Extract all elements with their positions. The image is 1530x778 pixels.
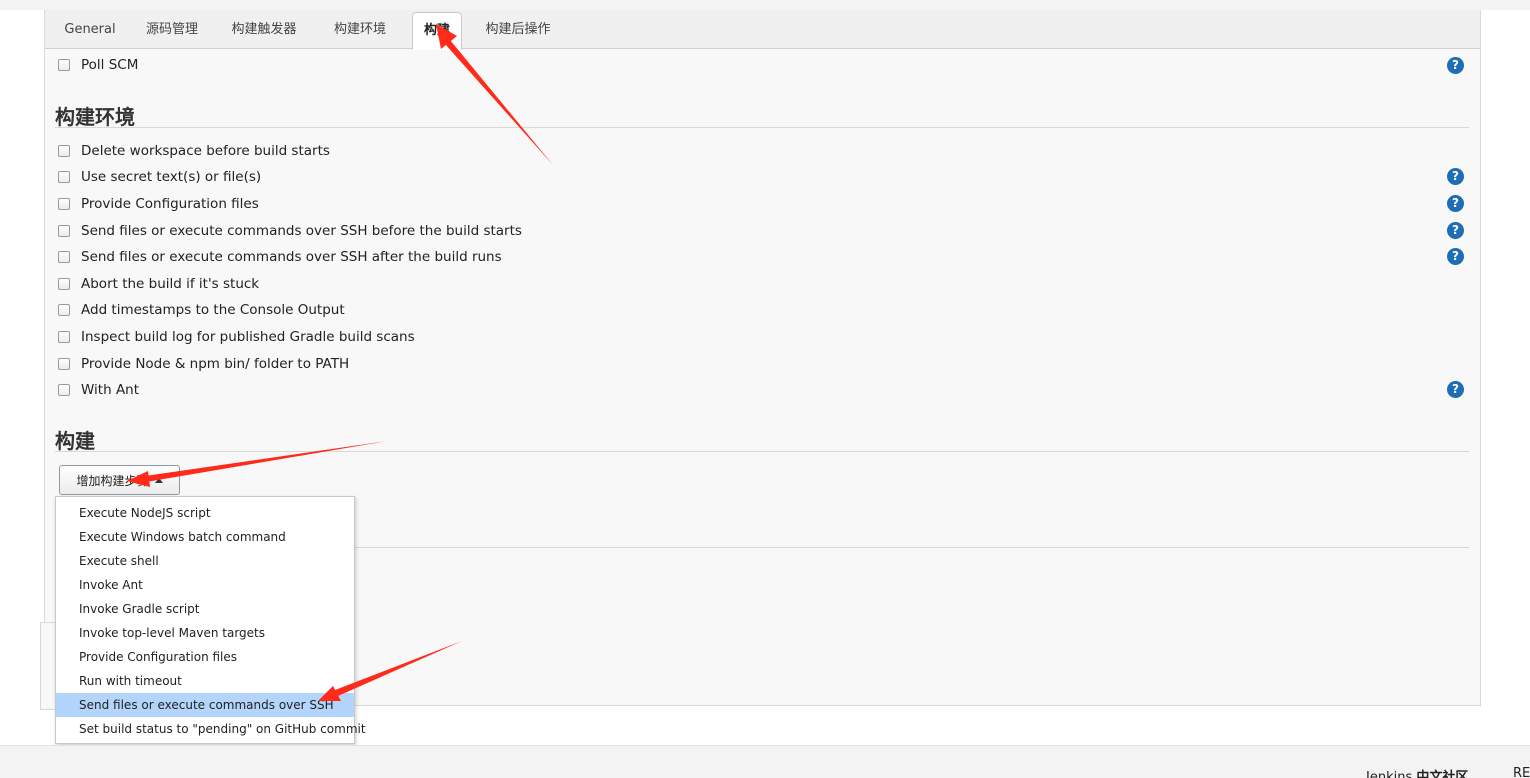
checkbox[interactable] — [58, 225, 70, 237]
tab-build-environment[interactable]: 构建环境 — [325, 10, 395, 49]
option-secret-text[interactable]: Use secret text(s) or file(s) — [58, 166, 261, 188]
add-build-step-button[interactable]: 增加构建步骤 — [59, 465, 180, 495]
option-label: With Ant — [81, 382, 140, 398]
help-icon[interactable]: ? — [1447, 168, 1464, 185]
checkbox[interactable] — [58, 198, 70, 210]
option-ssh-before-build[interactable]: Send files or execute commands over SSH … — [58, 220, 522, 242]
menu-item-invoke-gradle[interactable]: Invoke Gradle script — [56, 597, 354, 621]
menu-item-execute-shell[interactable]: Execute shell — [56, 549, 354, 573]
menu-item-github-pending-status[interactable]: Set build status to "pending" on GitHub … — [56, 717, 366, 741]
checkbox[interactable] — [58, 171, 70, 183]
option-label: Add timestamps to the Console Output — [81, 302, 345, 318]
build-step-menu: Execute NodeJS script Execute Windows ba… — [55, 496, 366, 744]
partial-panel-edge — [40, 622, 56, 710]
option-label: Provide Node & npm bin/ folder to PATH — [81, 356, 350, 372]
option-label: Use secret text(s) or file(s) — [81, 169, 262, 185]
menu-item-provide-config-files[interactable]: Provide Configuration files — [56, 645, 354, 669]
add-build-step-label: 增加构建步骤 — [76, 473, 149, 488]
option-poll-scm[interactable]: Poll SCM — [58, 54, 138, 76]
checkbox[interactable] — [58, 304, 70, 316]
checkbox[interactable] — [58, 384, 70, 396]
checkbox[interactable] — [58, 251, 70, 263]
footer-edge-text: RE — [1513, 766, 1530, 778]
section-title-build: 构建 — [55, 429, 95, 453]
option-ssh-after-build[interactable]: Send files or execute commands over SSH … — [58, 246, 502, 268]
section-divider — [355, 547, 1469, 548]
help-icon[interactable]: ? — [1447, 195, 1464, 212]
checkbox[interactable] — [58, 278, 70, 290]
option-gradle-build-scans[interactable]: Inspect build log for published Gradle b… — [58, 326, 415, 348]
help-icon[interactable]: ? — [1447, 381, 1464, 398]
help-icon[interactable]: ? — [1447, 248, 1464, 265]
caret-up-icon — [154, 477, 163, 483]
tab-build[interactable]: 构建 — [412, 12, 462, 50]
top-strip — [0, 0, 1530, 10]
menu-item-send-files-over-ssh[interactable]: Send files or execute commands over SSH — [56, 693, 354, 717]
option-label: Delete workspace before build starts — [81, 143, 330, 159]
menu-item-run-with-timeout[interactable]: Run with timeout — [56, 669, 354, 693]
footer-community-link[interactable]: Jenkins 中文社区 — [1366, 766, 1468, 778]
option-node-npm-path[interactable]: Provide Node & npm bin/ folder to PATH — [58, 353, 349, 375]
section-divider — [55, 451, 1469, 452]
option-label: Inspect build log for published Gradle b… — [81, 329, 415, 345]
tab-source-code-management[interactable]: 源码管理 — [137, 10, 207, 49]
option-label: Poll SCM — [81, 57, 139, 73]
footer-community: 中文社区 — [1416, 770, 1469, 778]
menu-item-invoke-ant[interactable]: Invoke Ant — [56, 573, 354, 597]
menu-item-invoke-maven[interactable]: Invoke top-level Maven targets — [56, 621, 354, 645]
option-abort-if-stuck[interactable]: Abort the build if it's stuck — [58, 273, 259, 295]
config-tabs: General 源码管理 构建触发器 构建环境 构建 构建后操作 — [45, 10, 1480, 50]
footer-brand: Jenkins — [1366, 770, 1413, 778]
option-with-ant[interactable]: With Ant — [58, 379, 139, 401]
checkbox[interactable] — [58, 145, 70, 157]
checkbox[interactable] — [58, 358, 70, 370]
option-delete-workspace[interactable]: Delete workspace before build starts — [58, 140, 330, 162]
checkbox[interactable] — [58, 59, 70, 71]
option-provide-config-files[interactable]: Provide Configuration files — [58, 193, 259, 215]
tab-post-build-actions[interactable]: 构建后操作 — [475, 10, 561, 49]
help-icon[interactable]: ? — [1447, 222, 1464, 239]
checkbox[interactable] — [58, 331, 70, 343]
section-title-build-environment: 构建环境 — [55, 105, 135, 129]
menu-item-execute-nodejs[interactable]: Execute NodeJS script — [56, 501, 354, 525]
option-label: Send files or execute commands over SSH … — [81, 223, 522, 239]
tab-build-triggers[interactable]: 构建触发器 — [223, 10, 305, 49]
page-footer — [0, 745, 1530, 778]
option-label: Abort the build if it's stuck — [81, 276, 260, 292]
section-divider — [55, 127, 1469, 128]
tab-general[interactable]: General — [55, 10, 125, 49]
option-add-timestamps[interactable]: Add timestamps to the Console Output — [58, 299, 345, 321]
jenkins-job-config-page: General 源码管理 构建触发器 构建环境 构建 构建后操作 Poll SC… — [0, 0, 1530, 778]
menu-item-execute-windows-batch[interactable]: Execute Windows batch command — [56, 525, 354, 549]
option-label: Provide Configuration files — [81, 196, 259, 212]
option-label: Send files or execute commands over SSH … — [81, 249, 502, 265]
help-icon[interactable]: ? — [1447, 57, 1464, 74]
